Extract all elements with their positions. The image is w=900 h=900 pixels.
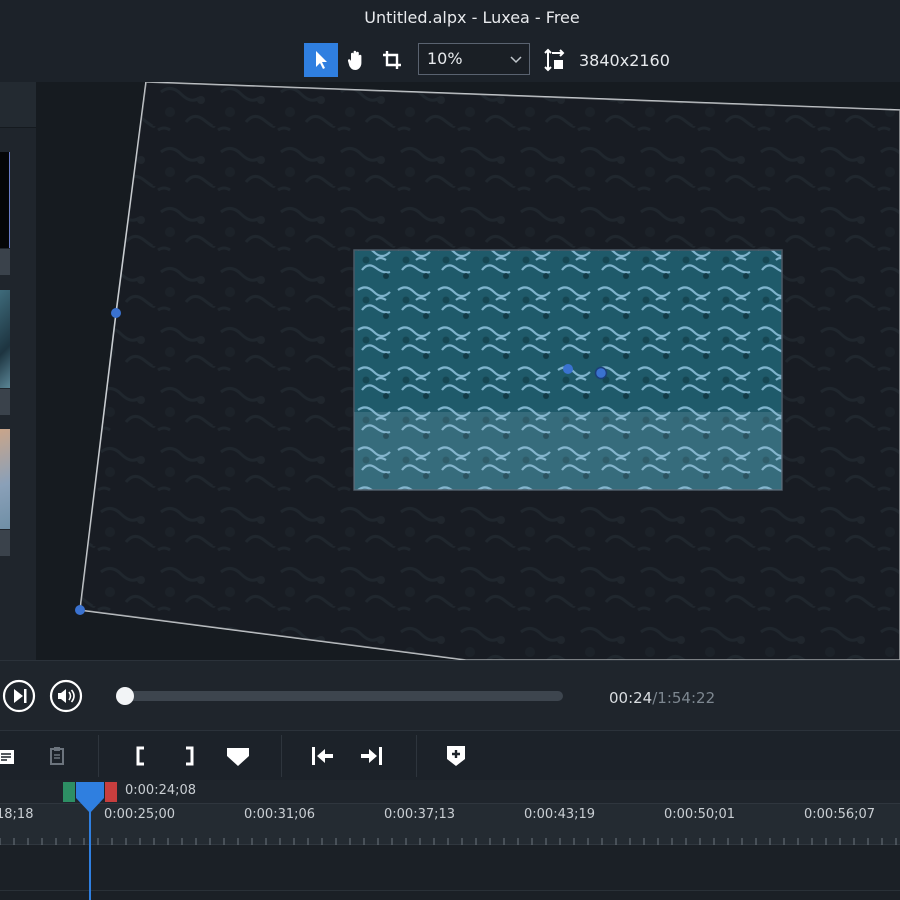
hand-pan-icon <box>347 50 362 70</box>
timeline-ruler[interactable]: 18;18 0:00:25;00 0:00:31;06 0:00:37;13 0… <box>0 803 900 846</box>
volume-icon <box>49 679 83 713</box>
insert-marker-button[interactable] <box>439 739 473 773</box>
frame-handle[interactable] <box>75 605 85 615</box>
playhead-handle[interactable] <box>74 780 106 816</box>
marker-icon <box>227 748 249 766</box>
media-thumbnail-caption <box>0 389 10 415</box>
volume-button[interactable] <box>49 679 83 713</box>
toolbar-separator <box>416 735 417 777</box>
preview-svg <box>75 82 900 660</box>
media-panel-header <box>0 82 36 128</box>
preview-canvas[interactable] <box>36 82 900 660</box>
ruler-label: 0:00:31;06 <box>244 807 316 822</box>
ruler-label: 0:00:37;13 <box>384 807 456 822</box>
add-marker-button[interactable] <box>221 739 255 773</box>
select-tool-button[interactable] <box>304 43 338 77</box>
ruler-label: 0:00:50;01 <box>664 807 736 822</box>
timeline-track[interactable] <box>0 845 900 900</box>
clipboard-icon <box>0 750 14 764</box>
seek-handle[interactable] <box>116 687 134 705</box>
play-button[interactable] <box>2 679 36 713</box>
resolution-label: 3840x2160 <box>579 51 670 70</box>
rotation-handle[interactable] <box>594 366 608 380</box>
current-time: 00:24 <box>609 689 653 707</box>
seek-bar[interactable] <box>125 691 563 701</box>
media-thumbnail[interactable] <box>0 152 10 248</box>
playback-timecode: 00:24/1:54:22 <box>609 689 715 707</box>
track-divider <box>0 890 900 891</box>
mark-in-button[interactable] <box>124 739 158 773</box>
anchor-point[interactable] <box>563 364 573 374</box>
title-bar: Untitled.alpx - Luxea - Free <box>0 0 900 36</box>
media-thumbnail-caption <box>0 249 10 275</box>
crop-tool-button[interactable] <box>375 43 409 77</box>
chevron-down-icon <box>510 56 522 64</box>
go-to-out-button[interactable] <box>355 739 389 773</box>
media-thumbnail[interactable] <box>0 290 10 388</box>
media-thumbnail[interactable] <box>0 429 10 529</box>
playhead-strip: 0:00:24;08 <box>0 780 900 803</box>
ruler-label: 0:00:25;00 <box>104 807 176 822</box>
crop-icon <box>383 51 401 69</box>
mark-in-icon <box>136 746 144 766</box>
playhead-line[interactable] <box>89 802 91 900</box>
ruler-label: 0:00:43;19 <box>524 807 596 822</box>
play-next-icon <box>2 679 36 713</box>
paste-attributes-button[interactable] <box>40 739 74 773</box>
media-panel <box>0 82 36 660</box>
hand-tool-button[interactable] <box>339 43 373 77</box>
zoom-select[interactable]: 10% <box>418 43 530 75</box>
go-to-in-icon <box>312 747 333 765</box>
add-marker-icon <box>447 746 465 766</box>
zoom-value: 10% <box>427 49 463 68</box>
toolbar-separator <box>98 735 99 777</box>
toolbar-separator <box>281 735 282 777</box>
arrow-cursor-icon <box>316 51 327 69</box>
resolution-icon <box>544 48 565 72</box>
mark-out-button[interactable] <box>172 739 206 773</box>
total-time: /1:54:22 <box>652 689 716 707</box>
mark-out-icon <box>186 746 194 766</box>
playhead-timecode: 0:00:24;08 <box>125 783 197 798</box>
preview-toolbar: 10% 3840x2160 <box>0 36 900 82</box>
media-thumbnail-caption <box>0 530 10 556</box>
paste-button[interactable] <box>0 739 24 773</box>
go-to-in-button[interactable] <box>305 739 339 773</box>
ruler-label: 18;18 <box>0 807 34 822</box>
ruler-label: 0:00:56;07 <box>804 807 876 822</box>
playback-bar: 00:24/1:54:22 <box>0 660 900 730</box>
edit-toolbar <box>0 730 900 780</box>
out-point-marker[interactable] <box>105 782 117 802</box>
window-title: Untitled.alpx - Luxea - Free <box>364 8 580 27</box>
paste-disabled-icon <box>50 747 64 765</box>
timeline[interactable]: 0:00:24;08 18;18 0:00:25;00 0:00:31;06 0… <box>0 780 900 900</box>
frame-handle[interactable] <box>111 308 121 318</box>
go-to-out-icon <box>361 747 382 765</box>
resolution-button[interactable] <box>538 43 572 77</box>
